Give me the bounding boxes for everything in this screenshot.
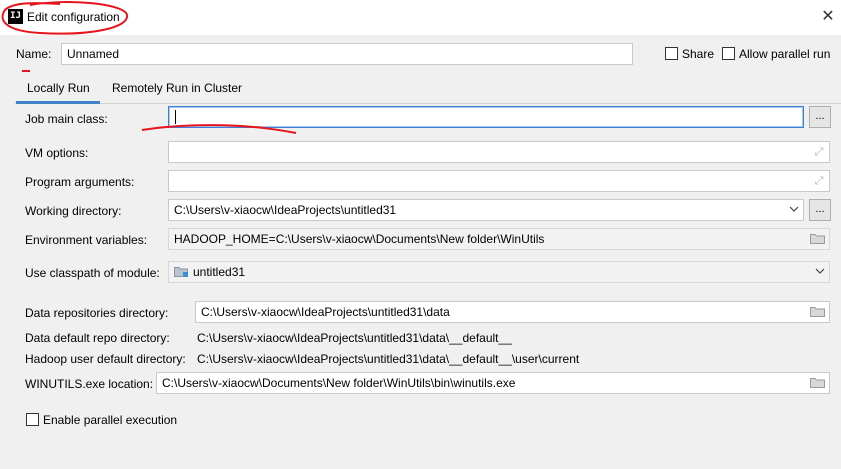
- classpath-module-label: Use classpath of module:: [25, 266, 160, 280]
- program-arguments-label: Program arguments:: [25, 175, 135, 189]
- winutils-location-label: WINUTILS.exe location:: [25, 377, 154, 391]
- name-label: Name:: [16, 47, 52, 61]
- job-main-class-label: Job main class:: [25, 112, 108, 126]
- folder-icon[interactable]: [810, 233, 825, 244]
- data-default-repo-value: C:\Users\v-xiaocw\IdeaProjects\untitled3…: [197, 331, 512, 345]
- close-icon[interactable]: ✕: [818, 6, 838, 28]
- tab-locally-run[interactable]: Locally Run: [27, 81, 90, 95]
- window-title: Edit configuration: [27, 10, 120, 24]
- vm-options-label: VM options:: [25, 146, 89, 160]
- environment-variables-field[interactable]: HADOOP_HOME=C:\Users\v-xiaocw\Documents\…: [168, 228, 830, 250]
- job-main-class-input[interactable]: [168, 106, 804, 128]
- vm-options-input[interactable]: [168, 141, 830, 163]
- expand-icon[interactable]: ⤢: [812, 174, 826, 188]
- environment-variables-label: Environment variables:: [25, 233, 148, 247]
- allow-parallel-run-label[interactable]: Allow parallel run: [739, 47, 830, 61]
- folder-icon[interactable]: [810, 306, 825, 317]
- working-directory-label: Working directory:: [25, 204, 122, 218]
- text-cursor: [175, 110, 176, 124]
- allow-parallel-run-checkbox[interactable]: [722, 47, 735, 60]
- data-default-repo-label: Data default repo directory:: [25, 331, 170, 345]
- active-tab-indicator: [16, 101, 100, 104]
- enable-parallel-execution-label[interactable]: Enable parallel execution: [43, 413, 177, 427]
- classpath-module-select[interactable]: untitled31: [168, 261, 830, 283]
- share-label[interactable]: Share: [682, 47, 714, 61]
- hadoop-user-dir-value: C:\Users\v-xiaocw\IdeaProjects\untitled3…: [197, 352, 580, 366]
- program-arguments-input[interactable]: [168, 170, 830, 192]
- browse-main-class-button[interactable]: ...: [809, 106, 831, 128]
- data-repositories-input[interactable]: C:\Users\v-xiaocw\IdeaProjects\untitled3…: [195, 301, 830, 323]
- tab-divider: [15, 103, 841, 104]
- enable-parallel-execution-checkbox[interactable]: [26, 413, 39, 426]
- browse-working-directory-button[interactable]: ...: [809, 199, 831, 221]
- tab-remotely-run-in-cluster[interactable]: Remotely Run in Cluster: [112, 81, 242, 95]
- module-folder-icon: [174, 266, 189, 281]
- working-directory-combo[interactable]: C:\Users\v-xiaocw\IdeaProjects\untitled3…: [168, 199, 804, 221]
- hadoop-user-dir-label: Hadoop user default directory:: [25, 352, 186, 366]
- intellij-app-icon: IJ: [8, 9, 23, 24]
- name-field[interactable]: Unnamed: [61, 43, 633, 65]
- chevron-down-icon[interactable]: [787, 203, 801, 217]
- winutils-location-input[interactable]: C:\Users\v-xiaocw\Documents\New folder\W…: [156, 372, 830, 394]
- chevron-down-icon[interactable]: [813, 265, 827, 279]
- folder-icon[interactable]: [810, 377, 825, 388]
- share-checkbox[interactable]: [665, 47, 678, 60]
- title-bar: [0, 0, 841, 35]
- data-repositories-label: Data repositories directory:: [25, 306, 169, 320]
- expand-icon[interactable]: ⤢: [812, 145, 826, 159]
